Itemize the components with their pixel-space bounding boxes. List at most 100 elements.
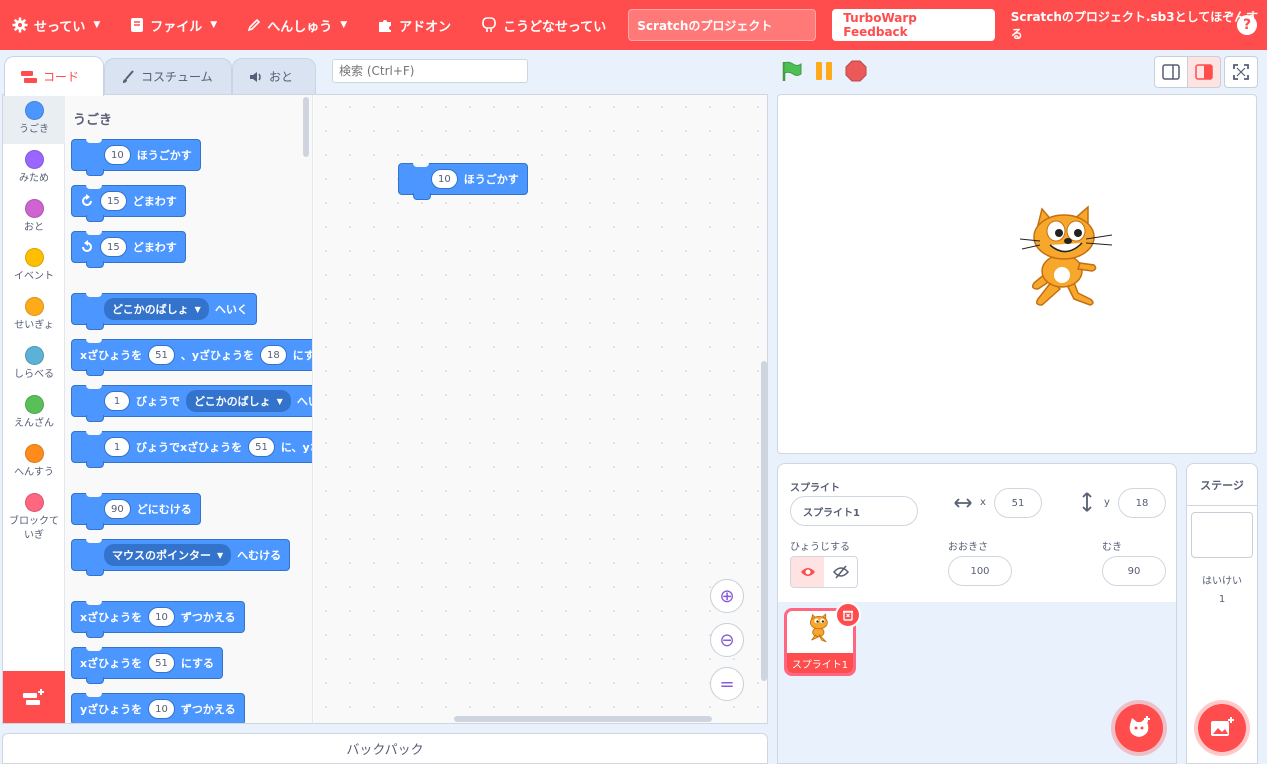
- menu-addons-label: アドオン: [399, 19, 452, 35]
- block-glide-xy[interactable]: 1 びょうでxざひょうを 51 に、yざ: [71, 431, 312, 468]
- category-label: おと: [24, 222, 44, 233]
- block-goto-xy[interactable]: xざひょうを 51 、yざひょうを 18 にする: [71, 339, 312, 376]
- block-input[interactable]: 51: [148, 345, 175, 365]
- category-sensing[interactable]: しらべる: [3, 340, 65, 389]
- category-label: うごき: [19, 124, 49, 135]
- block-input[interactable]: 15: [100, 191, 127, 211]
- block-input[interactable]: 15: [100, 237, 127, 257]
- block-text: xざひょうを: [80, 611, 143, 624]
- direction-input[interactable]: 90: [1102, 556, 1166, 586]
- block-input[interactable]: 51: [148, 653, 175, 673]
- category-dot: [24, 346, 44, 365]
- direction-label: むき: [1102, 542, 1122, 553]
- category-dot: [24, 101, 44, 120]
- category-motion[interactable]: うごき: [3, 95, 65, 144]
- block-goto[interactable]: どこかのばしょ ▼ へいく: [71, 293, 257, 330]
- block-turn-left[interactable]: 15 どまわす: [71, 231, 186, 268]
- eye-icon: [800, 568, 815, 576]
- category-my-blocks[interactable]: ブロックて いぎ: [3, 487, 65, 549]
- category-label: えんざん: [14, 418, 54, 429]
- block-turn-right[interactable]: 15 どまわす: [71, 185, 186, 222]
- fullscreen-icon: [1233, 64, 1249, 80]
- script-block-move-steps[interactable]: 10 ほうごかす: [398, 163, 528, 200]
- category-sound[interactable]: おと: [3, 193, 65, 242]
- menu-addons[interactable]: アドオン: [369, 0, 459, 50]
- tab-code[interactable]: コード: [4, 56, 104, 96]
- category-dot: [24, 199, 44, 218]
- menu-advanced[interactable]: こうどなせってい: [473, 0, 614, 50]
- sprite-name-input[interactable]: スプライト1: [790, 496, 918, 526]
- menu-file[interactable]: ファイル ▼: [122, 0, 225, 50]
- block-dropdown-label: どこかのばしょ: [112, 303, 189, 316]
- block-input[interactable]: 1: [104, 437, 130, 457]
- category-label: せいぎょ: [14, 320, 54, 331]
- feedback-button[interactable]: TurboWarp Feedback: [832, 9, 995, 41]
- category-dot: [24, 150, 44, 169]
- block-input[interactable]: 90: [104, 499, 131, 519]
- hide-sprite-button[interactable]: [824, 557, 857, 587]
- block-dropdown[interactable]: どこかのばしょ ▼: [104, 298, 209, 320]
- y-input[interactable]: 18: [1118, 488, 1166, 518]
- stage-canvas[interactable]: [777, 94, 1257, 454]
- cat-sprite-icon[interactable]: [1016, 203, 1120, 309]
- backdrops-count: 1: [1218, 594, 1226, 605]
- zoom-in-button[interactable]: ⊕: [710, 579, 744, 613]
- zoom-reset-button[interactable]: =: [710, 667, 744, 701]
- block-dropdown[interactable]: マウスのポインター ▼: [104, 544, 232, 566]
- block-input[interactable]: 10: [431, 169, 458, 189]
- pause-button[interactable]: [813, 60, 835, 82]
- category-variables[interactable]: へんすう: [3, 438, 65, 487]
- category-control[interactable]: せいぎょ: [3, 291, 65, 340]
- palette-scrollbar[interactable]: [303, 97, 309, 157]
- block-input[interactable]: 18: [260, 345, 287, 365]
- menu-file-label: ファイル: [150, 19, 203, 35]
- vertical-arrows-icon: [1082, 492, 1092, 512]
- workspace-vertical-scrollbar[interactable]: [761, 361, 767, 681]
- save-as-link[interactable]: Scratchのプロジェクト.sb3としてほぞんする: [1011, 8, 1267, 42]
- block-point-direction[interactable]: 90 どにむける: [71, 493, 201, 530]
- choose-sprite-button[interactable]: [1115, 704, 1163, 752]
- size-input[interactable]: 100: [948, 556, 1012, 586]
- tab-sounds[interactable]: おと: [232, 58, 316, 94]
- block-dropdown[interactable]: どこかのばしょ ▼: [186, 390, 291, 412]
- backpack[interactable]: バックパック: [2, 733, 768, 764]
- help-icon[interactable]: ?: [1237, 15, 1257, 35]
- menu-edit[interactable]: へんしゅう ▼: [239, 0, 355, 50]
- category-operators[interactable]: えんざん: [3, 389, 65, 438]
- script-workspace[interactable]: 10 ほうごかす ⊕ ⊖ =: [314, 95, 767, 723]
- x-input[interactable]: 51: [994, 488, 1042, 518]
- block-change-x[interactable]: xざひょうを 10 ずつかえる: [71, 601, 245, 638]
- zoom-out-button[interactable]: ⊖: [710, 623, 744, 657]
- block-change-y[interactable]: yざひょうを 10 ずつかえる: [71, 693, 245, 723]
- workspace-horizontal-scrollbar[interactable]: [454, 716, 712, 722]
- large-stage-button[interactable]: [1187, 56, 1221, 88]
- block-input[interactable]: 51: [248, 437, 275, 457]
- small-stage-button[interactable]: [1154, 56, 1188, 88]
- block-input[interactable]: 1: [104, 391, 130, 411]
- block-set-x[interactable]: xざひょうを 51 にする: [71, 647, 223, 684]
- stop-button[interactable]: [845, 60, 867, 82]
- tab-costumes[interactable]: コスチューム: [104, 58, 232, 94]
- block-text: ずつかえる: [180, 611, 236, 624]
- choose-backdrop-button[interactable]: [1198, 704, 1246, 752]
- large-stage-icon: [1195, 64, 1213, 80]
- category-events[interactable]: イベント: [3, 242, 65, 291]
- green-flag-button[interactable]: [781, 60, 803, 82]
- search-input[interactable]: [332, 59, 528, 83]
- category-looks[interactable]: みため: [3, 144, 65, 193]
- delete-sprite-button[interactable]: [835, 602, 861, 628]
- block-point-towards[interactable]: マウスのポインター ▼ へむける: [71, 539, 291, 576]
- menu-advanced-label: こうどなせってい: [503, 19, 607, 35]
- show-sprite-button[interactable]: [791, 557, 824, 587]
- pencil-icon: [247, 18, 261, 32]
- tab-sounds-label: おと: [269, 70, 294, 84]
- block-glide[interactable]: 1 びょうで どこかのばしょ ▼ へい: [71, 385, 312, 422]
- menu-settings[interactable]: せってい ▼: [0, 0, 108, 50]
- block-input[interactable]: 10: [104, 145, 131, 165]
- fullscreen-button[interactable]: [1224, 56, 1258, 88]
- block-move-steps[interactable]: 10 ほうごかす: [71, 139, 201, 176]
- block-input[interactable]: 10: [148, 607, 175, 627]
- project-title-input[interactable]: [628, 9, 817, 41]
- add-extension-button[interactable]: [3, 671, 65, 723]
- block-input[interactable]: 10: [148, 699, 175, 719]
